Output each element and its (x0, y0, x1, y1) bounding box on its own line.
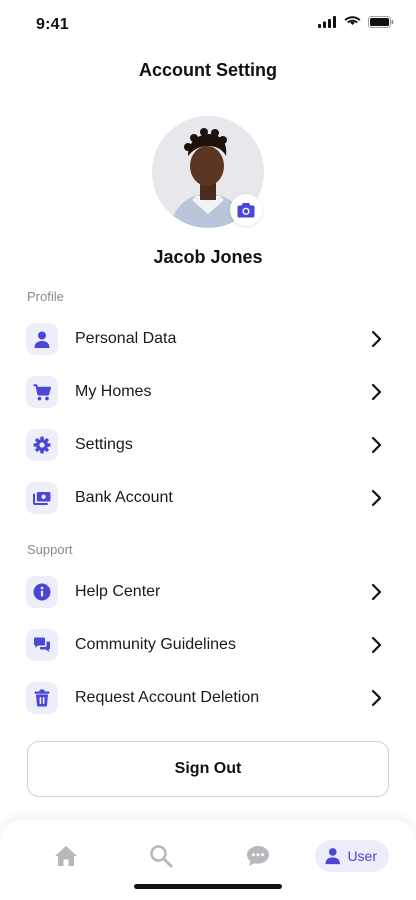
chevron-right-icon (371, 489, 382, 507)
gear-icon (33, 436, 51, 454)
chevron-right-icon (371, 689, 382, 707)
section-label-support: Support (27, 542, 73, 557)
chevron-right-icon (371, 583, 382, 601)
home-icon (55, 846, 77, 866)
sign-out-button[interactable]: Sign Out (27, 741, 389, 797)
user-name: Jacob Jones (153, 247, 263, 267)
menu-item-community-guidelines[interactable]: Community Guidelines (26, 627, 388, 663)
wifi-icon (344, 16, 361, 25)
chevron-right-icon (371, 436, 382, 454)
menu-item-bank-account[interactable]: Bank Account (26, 480, 388, 516)
search-icon (150, 845, 173, 868)
menu-item-help-center[interactable]: Help Center (26, 574, 388, 610)
chevron-right-icon (371, 636, 382, 654)
tab-user-label: User (347, 848, 377, 864)
menu-label: Bank Account (75, 489, 173, 506)
section-label-profile: Profile (27, 289, 64, 304)
avatar-container (152, 116, 264, 228)
battery-icon (368, 16, 394, 28)
tab-search[interactable] (148, 840, 174, 872)
status-bar: 9:41 (0, 0, 416, 48)
menu-icon-bg (26, 323, 58, 355)
person-icon (34, 331, 50, 348)
status-icons (318, 16, 394, 28)
menu-label: Community Guidelines (75, 636, 236, 653)
chevron-right-icon (371, 330, 382, 348)
page-title: Account Setting (139, 60, 277, 80)
menu-icon-bg (26, 482, 58, 514)
menu-item-request-account-deletion[interactable]: Request Account Deletion (26, 680, 388, 716)
trash-icon (34, 689, 50, 707)
user-icon (325, 848, 340, 865)
menu-label: Help Center (75, 583, 161, 600)
info-icon (33, 583, 51, 601)
menu-label: Request Account Deletion (75, 689, 260, 706)
menu-label: Settings (75, 436, 133, 453)
status-time: 9:41 (36, 16, 69, 33)
bank-card-icon (33, 491, 51, 505)
chevron-right-icon (371, 383, 382, 401)
signal-icon (318, 16, 336, 28)
menu-icon-bg (26, 576, 58, 608)
camera-icon (237, 203, 255, 218)
change-photo-button[interactable] (230, 194, 262, 226)
menu-icon-bg (26, 682, 58, 714)
menu-icon-bg (26, 376, 58, 408)
home-indicator (134, 884, 282, 889)
menu-item-personal-data[interactable]: Personal Data (26, 321, 388, 357)
menu-icon-bg (26, 429, 58, 461)
chat-icon (247, 846, 269, 866)
menu-label: My Homes (75, 383, 152, 400)
menu-item-settings[interactable]: Settings (26, 427, 388, 463)
menu-item-my-homes[interactable]: My Homes (26, 374, 388, 410)
menu-icon-bg (26, 629, 58, 661)
tab-user[interactable]: User (315, 840, 389, 872)
cart-icon (33, 383, 51, 400)
tab-home[interactable] (53, 840, 79, 872)
menu-label: Personal Data (75, 330, 177, 347)
chat-bubbles-icon (34, 637, 50, 652)
tab-messages[interactable] (245, 840, 271, 872)
